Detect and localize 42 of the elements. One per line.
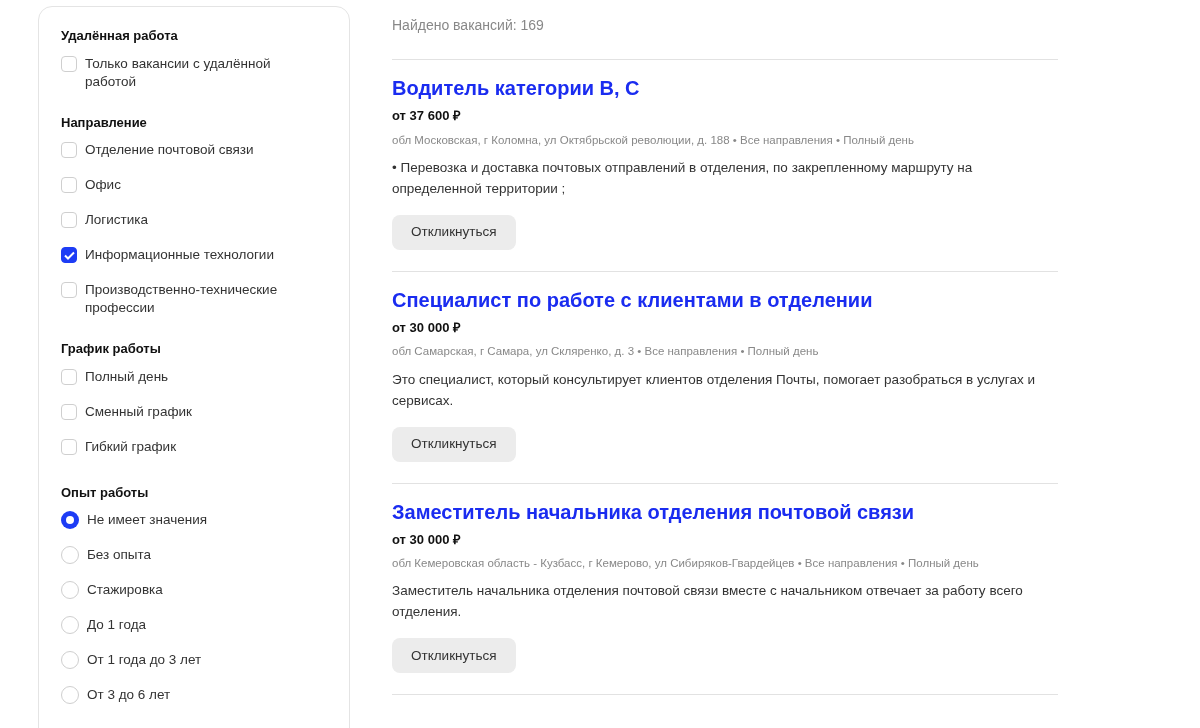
results-count: Найдено вакансий: 169 xyxy=(392,16,545,35)
option-label[interactable]: Логистика xyxy=(85,211,159,229)
radio-button[interactable] xyxy=(61,651,79,669)
option-label[interactable]: От 1 года до 3 лет xyxy=(87,651,212,669)
option-label[interactable]: От 3 до 6 лет xyxy=(87,686,181,704)
vacancy-meta: обл Московская, г Коломна, ул Октябрьской революции, д. 188 • Все направления • Полный день xyxy=(392,132,914,148)
section-heading: Опыт работы xyxy=(61,483,150,502)
vacancy-meta: обл Кемеровская область - Кузбасс, г Кемерово, ул Сибиряков-Гвардейцев • Все направления • Полный день xyxy=(392,556,979,571)
option-label[interactable]: До 1 года xyxy=(87,616,157,634)
option-label[interactable]: Не имеет значения xyxy=(87,511,218,529)
option-label[interactable]: Отделение почтовой связи xyxy=(85,141,264,159)
radio-button[interactable] xyxy=(61,581,79,599)
salary: от 30 000 ₽ xyxy=(392,318,461,337)
option-label[interactable]: Сменный график xyxy=(85,402,202,421)
section-heading: График работы xyxy=(61,340,162,358)
option-label[interactable]: Офис xyxy=(85,176,131,194)
option-label[interactable]: Только вакансии с удалённой работой xyxy=(85,54,327,91)
option-label[interactable]: Гибкий график xyxy=(85,437,187,456)
vacancy-description: Это специалист, который консультирует клиентов отделения Почты, помогает разобраться в услугах и сервисах. xyxy=(392,370,1037,410)
vacancy-description: Заместитель начальника отделения почтовой связи вместе с начальником отвечает за работу всего отделения. xyxy=(392,582,1024,622)
vacancy-description: • Перевозка и доставка почтовых отправлений в отделения, по закрепленному маршруту на определенной территории ; xyxy=(392,158,974,198)
option-label[interactable]: Полный день xyxy=(85,367,179,386)
option-label[interactable]: Информационные технологии xyxy=(85,246,284,264)
radio-button[interactable] xyxy=(61,616,79,634)
salary: от 30 000 ₽ xyxy=(392,530,461,549)
radio-button[interactable] xyxy=(61,546,79,564)
vacancy-title[interactable]: Заместитель начальника отделения почтовой связи xyxy=(392,497,915,526)
apply-button[interactable]: Откликнуться xyxy=(392,638,516,674)
option-label[interactable]: Стажировка xyxy=(87,581,173,599)
salary: от 37 600 ₽ xyxy=(392,107,461,125)
checkbox[interactable] xyxy=(61,247,77,263)
option-label[interactable]: Без опыта xyxy=(87,546,162,564)
apply-button[interactable]: Откликнуться xyxy=(392,426,516,462)
section-heading: Направление xyxy=(61,113,148,132)
option-label[interactable]: Производственно-технические профессии xyxy=(85,281,327,317)
section-heading: Удалённая работа xyxy=(61,27,179,45)
radio-button[interactable] xyxy=(61,686,79,704)
radio-button[interactable] xyxy=(61,511,79,529)
vacancy-title[interactable]: Специалист по работе с клиентами в отделении xyxy=(392,285,873,314)
vacancy-title[interactable]: Водитель категории B, C xyxy=(392,74,640,102)
apply-button[interactable]: Откликнуться xyxy=(392,214,516,250)
vacancy-meta: обл Самарская, г Самара, ул Скляренко, д. 3 • Все направления • Полный день xyxy=(392,344,819,360)
